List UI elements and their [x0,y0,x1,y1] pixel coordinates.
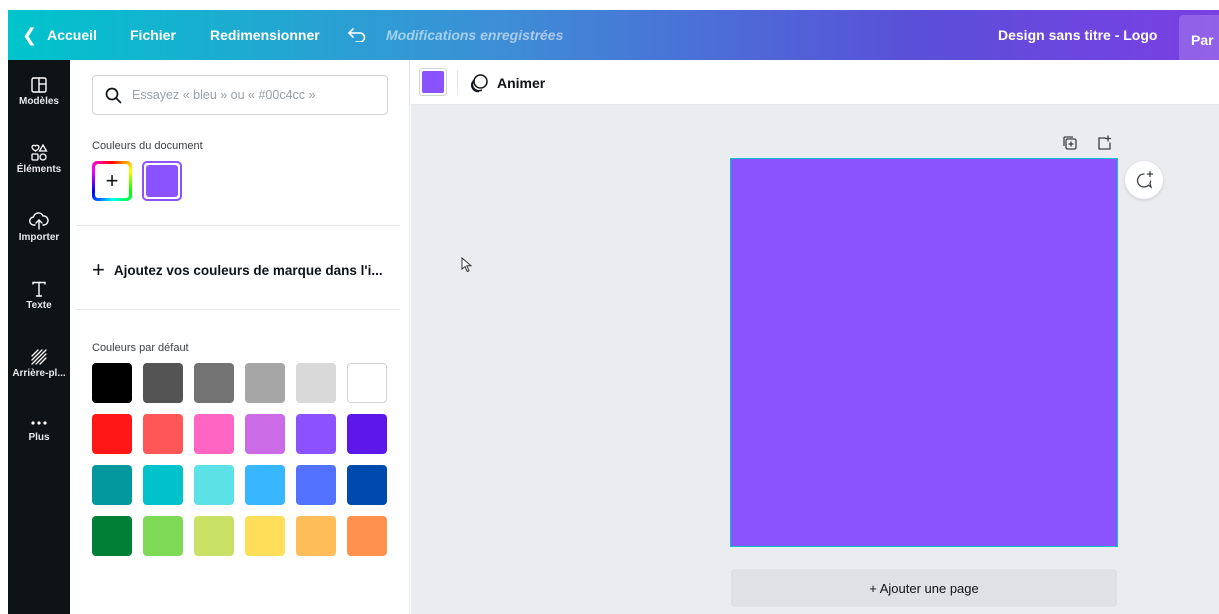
editor-toolbar: Animer [411,60,1219,105]
fill-color-preview [422,71,444,93]
rail-label: Plus [28,432,50,443]
add-brand-colors-link[interactable]: + Ajoutez vos couleurs de marque dans l'… [92,257,383,283]
mouse-cursor-icon [461,257,473,273]
rail-item-templates[interactable]: Modèles [8,76,70,107]
color-swatch[interactable] [296,516,336,556]
rail-item-upload[interactable]: Importer [8,212,70,243]
color-swatch[interactable] [194,465,234,505]
color-swatch[interactable] [92,414,132,454]
color-swatch[interactable] [347,516,387,556]
add-page-button[interactable]: + Ajouter une page [731,569,1117,607]
color-swatch[interactable] [296,363,336,403]
color-swatch[interactable] [245,363,285,403]
divider [76,225,400,226]
design-artboard[interactable] [730,158,1118,547]
plus-icon: + [95,164,129,198]
side-rail: Modèles Éléments Importer Texte Arrière-… [8,60,70,614]
save-status: Modifications enregistrées [386,27,564,43]
rail-label: Arrière-pl... [12,368,66,379]
color-swatch[interactable] [245,516,285,556]
color-panel: Couleurs du document + + Ajoutez vos cou… [70,60,410,614]
color-swatch[interactable] [143,516,183,556]
duplicate-page-icon [1063,136,1077,150]
top-bar: ❮ Accueil Fichier Redimensionner Modific… [8,10,1219,65]
color-swatch[interactable] [92,363,132,403]
add-color-button[interactable]: + [92,161,132,201]
duplicate-page-button[interactable] [1060,133,1080,153]
search-icon [105,87,122,103]
color-swatch[interactable] [143,465,183,505]
color-swatch[interactable] [296,465,336,505]
undo-button[interactable] [344,10,370,60]
color-swatch[interactable] [143,414,183,454]
design-title[interactable]: Design sans titre - Logo [998,10,1157,60]
color-swatch[interactable] [143,363,183,403]
document-color-swatch[interactable] [142,161,182,201]
color-swatch[interactable] [245,414,285,454]
animate-button[interactable]: Animer [469,60,545,105]
fill-color-button[interactable] [419,68,447,96]
color-swatch[interactable] [245,465,285,505]
add-brand-colors-label: Ajoutez vos couleurs de marque dans l'i.… [113,262,383,278]
document-colors: + [92,161,182,201]
color-swatch[interactable] [194,363,234,403]
animate-icon [471,73,488,92]
rail-label: Importer [18,232,60,243]
rail-label: Éléments [16,164,62,175]
home-button[interactable]: ❮ Accueil [22,10,97,60]
color-swatch[interactable] [194,414,234,454]
color-swatch[interactable] [92,465,132,505]
rail-label: Texte [26,300,52,311]
share-button[interactable]: Par [1179,15,1219,65]
toolbar-divider [457,70,458,94]
default-colors-title: Couleurs par défaut [92,342,189,354]
plus-icon: + [92,257,105,282]
add-comment-button[interactable] [1125,161,1163,199]
color-swatch[interactable] [347,465,387,505]
rail-item-text[interactable]: Texte [8,280,70,311]
rail-item-background[interactable]: Arrière-pl... [8,348,70,379]
color-swatch[interactable] [92,516,132,556]
chevron-left-icon: ❮ [22,24,38,45]
comment-add-icon [1136,170,1154,189]
home-label: Accueil [47,27,97,43]
divider [76,309,400,310]
color-swatch[interactable] [347,363,387,403]
color-swatch[interactable] [194,516,234,556]
add-page-top-button[interactable] [1094,133,1114,153]
color-swatch[interactable] [347,414,387,454]
templates-icon [31,77,47,93]
color-swatch[interactable] [296,414,336,454]
background-pattern-icon [31,349,47,365]
shapes-icon [31,144,48,161]
rail-label: Modèles [18,96,59,107]
rail-item-more[interactable]: Plus [8,420,70,443]
document-color-fill [146,165,178,197]
rail-item-elements[interactable]: Éléments [8,144,70,175]
animate-label: Animer [497,74,546,91]
resize-button[interactable]: Redimensionner [210,10,320,60]
undo-icon [348,28,366,42]
document-colors-title: Couleurs du document [92,140,203,152]
add-page-icon [1098,135,1112,150]
color-search-input[interactable] [132,88,372,102]
more-dots-icon [31,421,47,425]
text-icon [32,281,46,297]
color-search-box[interactable] [92,75,388,115]
file-menu-button[interactable]: Fichier [130,10,176,60]
cloud-upload-icon [29,212,49,230]
default-colors-grid [92,363,387,556]
